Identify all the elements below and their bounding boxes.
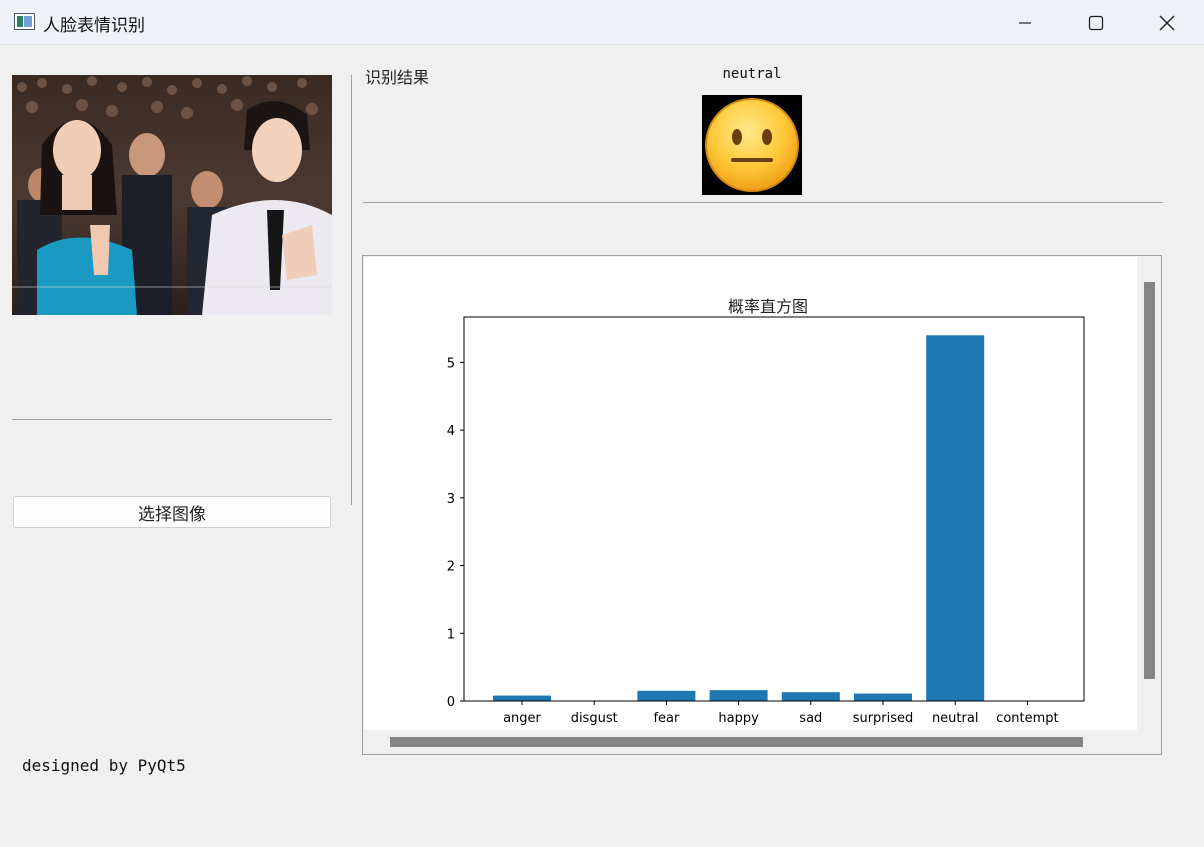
selected-photo <box>12 75 332 315</box>
x-tick-label: disgust <box>571 711 618 726</box>
app-icon <box>14 13 35 30</box>
result-label: 识别结果 <box>365 68 430 87</box>
horizontal-scrollbar-thumb[interactable] <box>390 737 1083 747</box>
bar-anger <box>493 695 551 701</box>
plot-frame <box>463 316 1085 702</box>
y-tick-label: 5 <box>447 356 455 371</box>
bar-happy <box>709 690 768 701</box>
select-image-button[interactable]: 选择图像 <box>13 496 331 528</box>
window-title: 人脸表情识别 <box>43 16 145 36</box>
bar-neutral <box>926 335 985 701</box>
y-tick-label: 2 <box>447 560 455 575</box>
y-tick-label: 3 <box>447 492 455 507</box>
close-icon <box>1159 15 1175 30</box>
bar-fear <box>637 690 696 701</box>
result-divider <box>363 202 1163 203</box>
y-tick-label: 1 <box>447 627 455 642</box>
minimize-icon <box>1019 21 1031 24</box>
x-tick-label: sad <box>799 711 822 726</box>
bar-sad <box>781 692 840 701</box>
left-divider <box>12 419 332 420</box>
chart-title: 概率直方图 <box>728 297 808 316</box>
chart-canvas: 概率直方图 anger disgust fear happy sad surprised n… <box>364 257 1137 730</box>
x-tick-label: anger <box>503 711 541 726</box>
neutral-face-icon <box>702 95 802 195</box>
x-tick-label: surprised <box>853 711 914 726</box>
photo-image <box>12 75 332 315</box>
x-tick-label: fear <box>653 711 680 726</box>
y-tick-label: 4 <box>447 424 455 439</box>
panel-divider <box>351 75 352 505</box>
footer-credit: designed by PyQt5 <box>22 756 186 775</box>
bar-surprised <box>854 693 912 701</box>
x-tick-label: happy <box>718 711 759 726</box>
x-tick-label: contempt <box>996 711 1058 726</box>
title-bar: 人脸表情识别 <box>0 0 1204 45</box>
maximize-button[interactable] <box>1061 0 1131 45</box>
probability-histogram: 概率直方图 anger disgust fear happy sad surprised n… <box>447 297 1085 726</box>
emotion-name: neutral <box>722 66 782 82</box>
y-tick-label: 0 <box>447 695 455 710</box>
close-button[interactable] <box>1132 0 1202 45</box>
x-tick-label: neutral <box>932 711 979 726</box>
chart-scroll-area[interactable]: 概率直方图 anger disgust fear happy sad surprised n… <box>362 255 1162 755</box>
vertical-scrollbar-thumb[interactable] <box>1144 282 1155 679</box>
maximize-icon <box>1088 15 1104 30</box>
minimize-button[interactable] <box>990 0 1060 45</box>
